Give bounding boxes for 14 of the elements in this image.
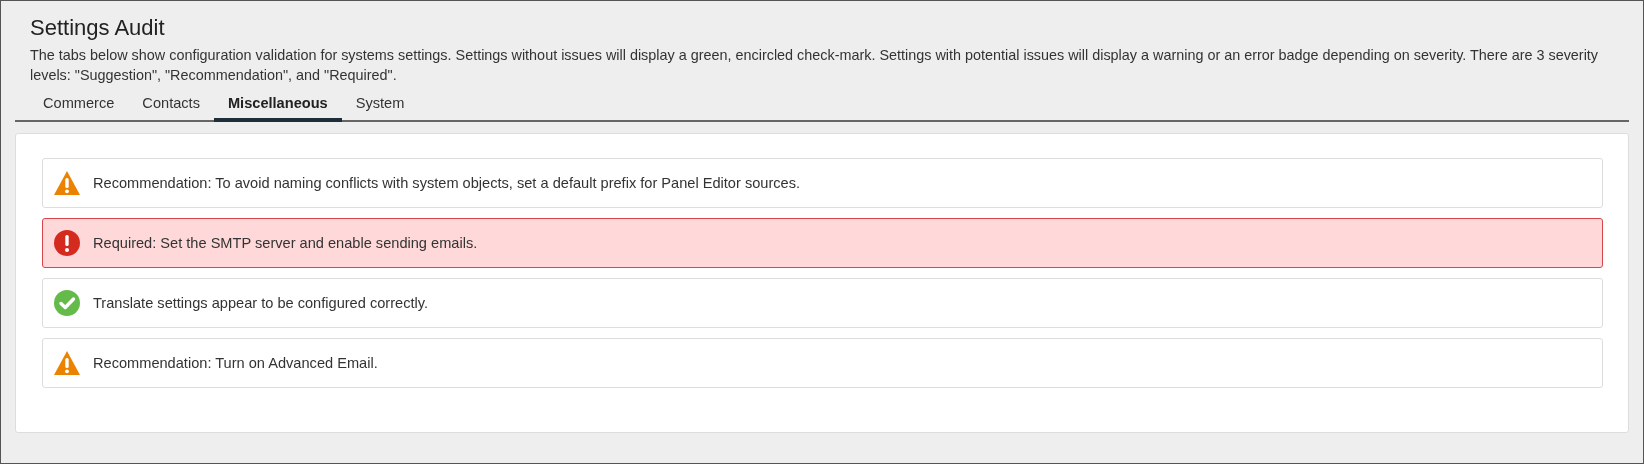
tab[interactable]: Contacts bbox=[128, 89, 214, 122]
tab[interactable]: Miscellaneous bbox=[213, 89, 342, 122]
alert-text: Recommendation: To avoid naming conflicts with system objects, set a default prefix for Panel Editor sources. bbox=[93, 175, 801, 191]
check-icon bbox=[53, 289, 81, 317]
description-text: The tabs below show configuration validation for systems settings. Settings without issues will display a green, encircled check-mark. Settings with potential issues will display a warning or an error badge depending on severity. There are 3 severity levels: "Suggestion", "Recommendation", and "Required". bbox=[30, 46, 1600, 85]
tab[interactable]: Commerce bbox=[29, 89, 129, 122]
warning-icon bbox=[53, 169, 81, 197]
alert-text: Required: Set the SMTP server and enable sending emails. bbox=[93, 235, 478, 251]
warning-icon bbox=[53, 349, 81, 377]
error-icon bbox=[53, 229, 81, 257]
alert-text: Recommendation: Turn on Advanced Email. bbox=[93, 355, 378, 371]
page-title: Settings Audit bbox=[30, 15, 166, 41]
alert-text: Translate settings appear to be configured correctly. bbox=[93, 295, 429, 311]
tab[interactable]: System bbox=[341, 89, 419, 122]
